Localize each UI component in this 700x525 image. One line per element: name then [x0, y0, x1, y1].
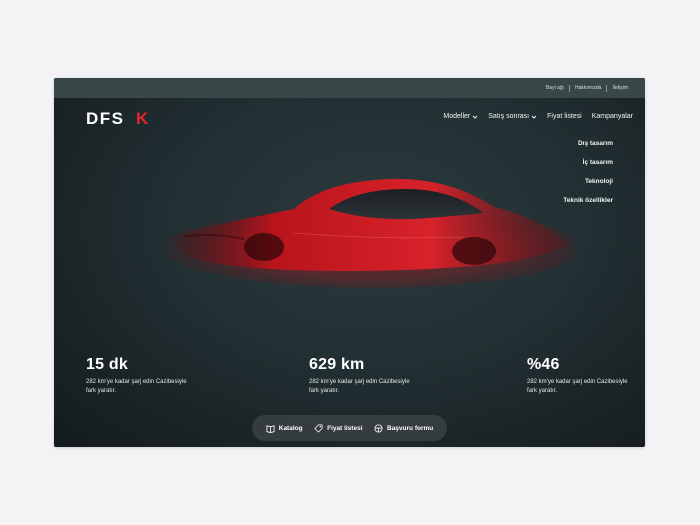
price-list-button[interactable]: Fiyat listesi: [314, 423, 363, 433]
apply-form-button[interactable]: Başvuru formu: [374, 423, 434, 433]
hero-page: Bayi ağı Hakkımızda İletişim DFS K Model…: [54, 78, 645, 447]
submenu-item-interior[interactable]: İç tasarım: [583, 159, 613, 166]
stat-range: 629 km 282 km'ye kadar şarj edin Cazibes…: [309, 356, 419, 396]
nav-item-price-list[interactable]: Fiyat listesi: [547, 113, 582, 120]
nav-item-models[interactable]: Modeller: [443, 113, 478, 120]
svg-text:DFS: DFS: [86, 109, 125, 126]
nav-item-label: Satış sonrası: [488, 113, 530, 120]
stat-charge-time: 15 dk 282 km'ye kadar şarj edin Cazibesi…: [86, 356, 196, 396]
catalog-button[interactable]: Katalog: [266, 424, 303, 433]
chevron-down-icon: [472, 115, 478, 119]
chevron-down-icon: [531, 115, 537, 119]
nav-item-label: Kampanyalar: [591, 113, 633, 120]
topbar-link-contact[interactable]: İletişim: [607, 85, 633, 91]
apply-form-label: Başvuru formu: [387, 424, 434, 432]
car-image: [164, 178, 574, 288]
price-list-label: Fiyat listesi: [327, 424, 363, 432]
nav-item-campaigns[interactable]: Kampanyalar: [592, 113, 633, 120]
submenu-item-exterior[interactable]: Dış tasarım: [578, 140, 613, 147]
steering-wheel-icon: [374, 423, 383, 433]
main-nav: Modeller Satış sonrası Fiyat listesi Kam…: [443, 113, 633, 120]
stat-value: 15 dk: [86, 356, 128, 373]
stat-value: 629 km: [309, 356, 365, 373]
tag-icon: [314, 423, 323, 433]
submenu-item-technology[interactable]: Teknoloji: [585, 178, 613, 185]
svg-text:K: K: [136, 109, 149, 126]
catalog-label: Katalog: [278, 424, 303, 432]
nav-item-after-sales[interactable]: Satış sonrası: [488, 113, 537, 120]
stat-description: 282 km'ye kadar şarj edin Cazibesiyle fa…: [527, 379, 628, 394]
stat-percentage: %46 282 km'ye kadar şarj edin Cazibesiyl…: [527, 356, 637, 396]
top-utility-bar: Bayi ağı Hakkımızda İletişim: [54, 78, 645, 98]
topbar-link-about[interactable]: Hakkımızda: [570, 85, 606, 91]
nav-item-label: Modeller: [443, 113, 471, 120]
stat-value: %46: [527, 356, 560, 373]
topbar-link-dealers[interactable]: Bayi ağı: [541, 85, 569, 91]
dfsk-logo[interactable]: DFS K: [86, 109, 158, 126]
quick-actions-bar: Katalog Fiyat listesi Başvuru formu: [252, 415, 447, 441]
stat-description: 282 km'ye kadar şarj edin Cazibesiyle fa…: [309, 379, 410, 394]
nav-item-label: Fiyat listesi: [547, 113, 582, 120]
book-icon: [266, 424, 275, 433]
stat-description: 282 km'ye kadar şarj edin Cazibesiyle fa…: [86, 379, 187, 394]
